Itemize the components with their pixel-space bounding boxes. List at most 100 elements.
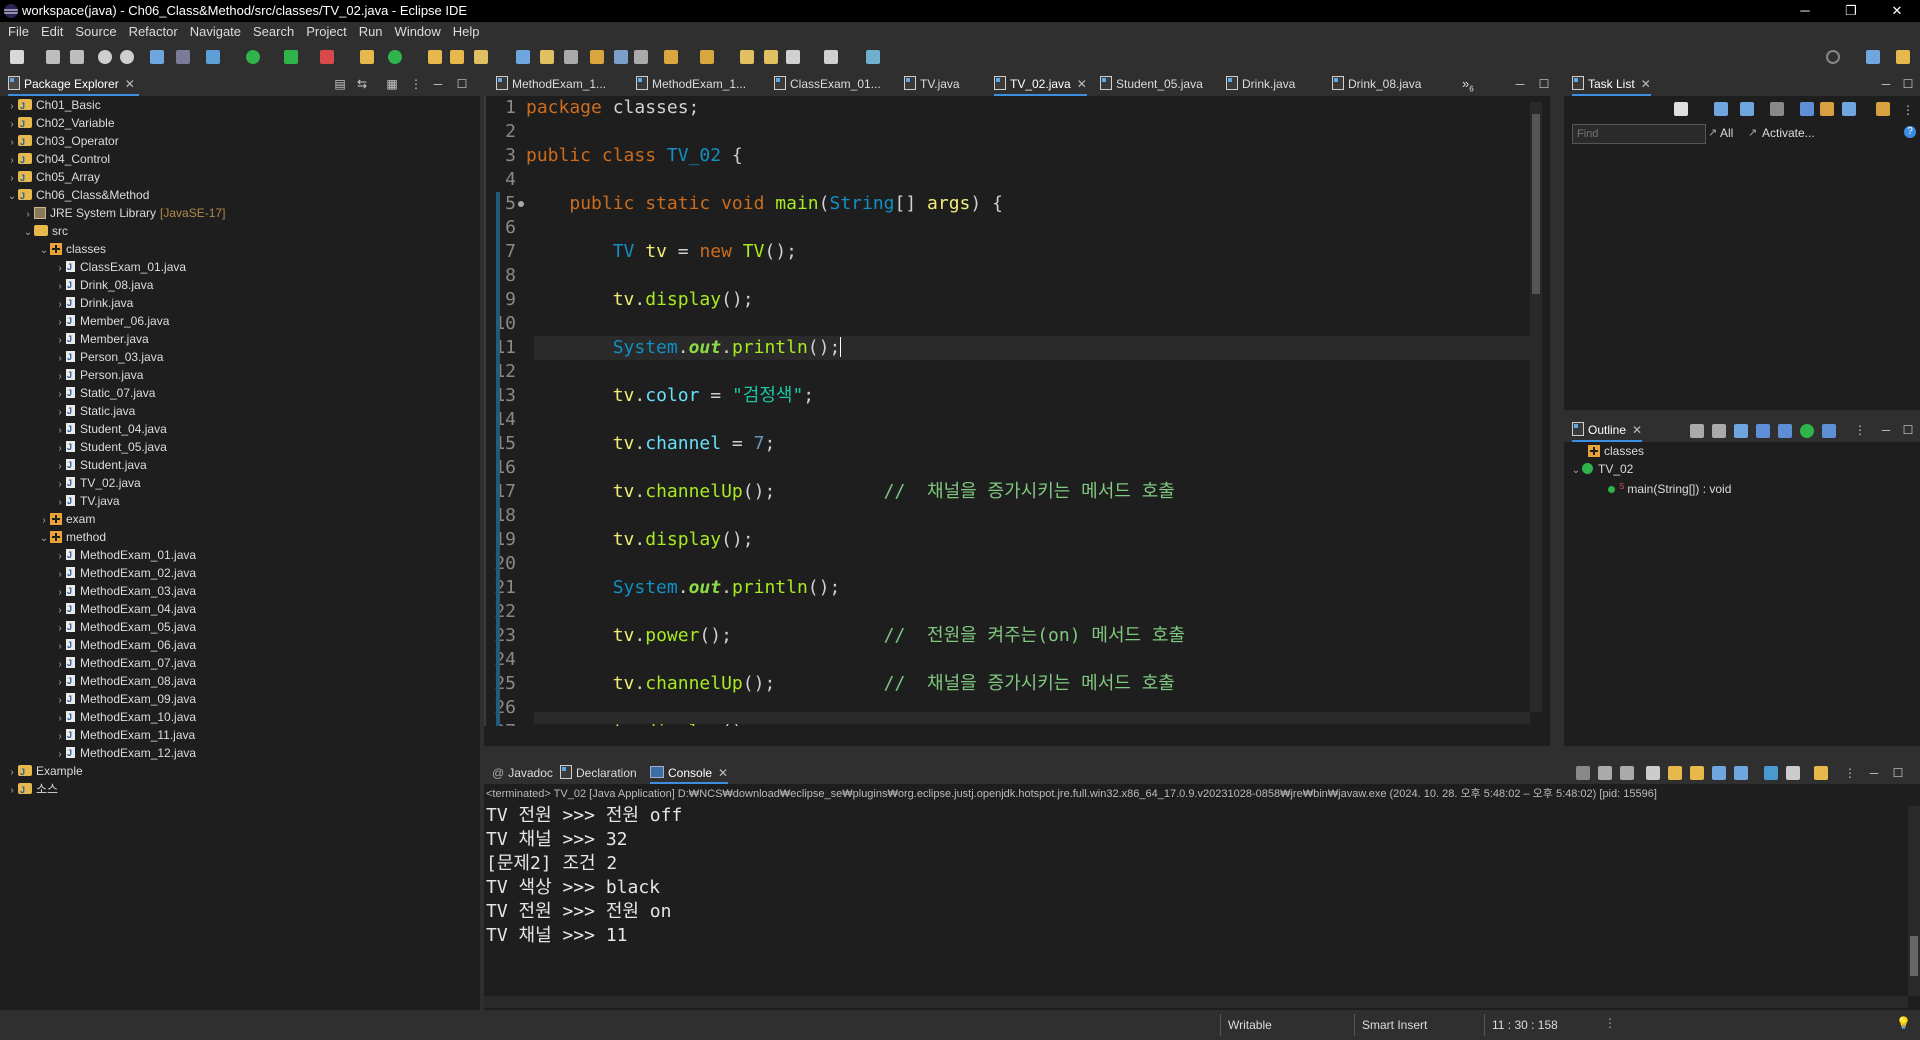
- console-vertical-scrollbar[interactable]: [1908, 806, 1920, 996]
- pin-editor-icon[interactable]: [866, 50, 880, 64]
- open-task-icon[interactable]: [450, 50, 464, 64]
- tree-item[interactable]: ›Example: [6, 762, 82, 781]
- activate-link[interactable]: Activate...: [1762, 126, 1815, 140]
- tree-item[interactable]: ›Ch04_Control: [6, 150, 110, 169]
- show-stderr-icon[interactable]: [1734, 766, 1748, 780]
- task-find-input[interactable]: [1572, 124, 1706, 144]
- console-scroll-thumb[interactable]: [1910, 936, 1918, 976]
- tree-item[interactable]: ›Drink.java: [54, 294, 133, 312]
- new-task-icon[interactable]: [1674, 102, 1688, 116]
- search-icon[interactable]: [1826, 50, 1840, 64]
- close-window-button[interactable]: ✕: [1874, 0, 1920, 22]
- editor-tab[interactable]: Student_05.java: [1100, 72, 1203, 96]
- hide-nonpublic-icon[interactable]: [1778, 424, 1792, 438]
- tree-item[interactable]: ⌄ classes: [38, 240, 106, 258]
- tree-item[interactable]: ›ClassExam_01.java: [54, 258, 186, 276]
- tree-item[interactable]: ›Member_06.java: [54, 312, 169, 330]
- maximize-button[interactable]: ❐: [1828, 0, 1874, 22]
- minimize-view-icon[interactable]: ─: [1868, 767, 1880, 779]
- menu-window[interactable]: Window: [389, 22, 447, 42]
- chevron-down-icon[interactable]: ⌄: [6, 188, 18, 206]
- tree-item[interactable]: ⌄ Ch06_Class&Method: [6, 186, 150, 206]
- view-menu-icon[interactable]: ⋮: [1902, 104, 1914, 116]
- next-edit-icon[interactable]: [764, 50, 778, 64]
- show-stdout-icon[interactable]: [1712, 766, 1726, 780]
- new-java-project-icon[interactable]: [360, 50, 374, 64]
- tab-javadoc[interactable]: @ Javadoc: [492, 762, 553, 784]
- outline-item-class[interactable]: ⌄ TV_02: [1570, 460, 1634, 478]
- collapse-all-icon[interactable]: ▤: [334, 78, 346, 90]
- tree-item[interactable]: › JRE System Library [JavaSE-17]: [22, 204, 225, 222]
- tree-item[interactable]: ›Static.java: [54, 402, 135, 420]
- save-icon[interactable]: [46, 50, 60, 64]
- tree-item[interactable]: ›MethodExam_11.java: [54, 726, 195, 744]
- all-filter-link[interactable]: All: [1720, 126, 1733, 140]
- terminate-icon[interactable]: [1576, 766, 1590, 780]
- menu-navigate[interactable]: Navigate: [184, 22, 247, 42]
- hide-fields-icon[interactable]: [1734, 424, 1748, 438]
- tree-item[interactable]: ›MethodExam_04.java: [54, 600, 196, 618]
- tree-item[interactable]: ›Person.java: [54, 366, 143, 384]
- menu-search[interactable]: Search: [247, 22, 300, 42]
- horizontal-scrollbar[interactable]: [534, 712, 1530, 724]
- redo-icon[interactable]: [120, 50, 134, 64]
- editor-tab[interactable]: TV_02.java ✕: [994, 72, 1087, 96]
- console-output[interactable]: TV 전원 >>> 전원 off TV 채널 >>> 32 [문제2] 조건 2 TV…: [486, 804, 1886, 948]
- open-console-icon[interactable]: [1814, 766, 1828, 780]
- tree-item[interactable]: ›TV_02.java: [54, 474, 140, 492]
- forward-icon[interactable]: [824, 50, 838, 64]
- collapse-tasks-icon[interactable]: [1842, 102, 1856, 116]
- maximize-view-icon[interactable]: ☐: [456, 78, 468, 90]
- status-insert-mode[interactable]: Smart Insert: [1362, 1018, 1427, 1032]
- tab-outline[interactable]: Outline ✕: [1572, 418, 1643, 442]
- tree-item[interactable]: ›Student_05.java: [54, 438, 166, 456]
- close-icon[interactable]: ✕: [1077, 77, 1087, 91]
- chevron-down-icon[interactable]: ⌄: [38, 530, 50, 548]
- menu-source[interactable]: Source: [69, 22, 122, 42]
- scheduled-icon[interactable]: [1740, 102, 1754, 116]
- tree-item[interactable]: ›MethodExam_05.java: [54, 618, 196, 636]
- tree-item[interactable]: ›MethodExam_08.java: [54, 672, 196, 690]
- tree-item[interactable]: › 소스: [6, 780, 58, 799]
- edit-icon[interactable]: [540, 50, 554, 64]
- minimize-view-icon[interactable]: ─: [432, 78, 444, 90]
- word-wrap-icon[interactable]: [590, 50, 604, 64]
- tree-item[interactable]: ›TV.java: [54, 492, 119, 510]
- view-menu-icon[interactable]: ⋮: [1844, 767, 1856, 779]
- tree-item[interactable]: ›MethodExam_01.java: [54, 546, 196, 564]
- editor-tab[interactable]: MethodExam_1...: [496, 72, 606, 96]
- tree-item[interactable]: ›MethodExam_12.java: [54, 744, 196, 762]
- help-icon[interactable]: ?: [1904, 126, 1916, 138]
- skip-breakpoints-icon[interactable]: [176, 50, 190, 64]
- editor-tab[interactable]: Drink.java: [1226, 72, 1295, 96]
- link-editor-icon[interactable]: ⇆: [356, 78, 368, 90]
- outline-item-method[interactable]: Smain(String[]) : void: [1608, 478, 1731, 496]
- more-tabs-button[interactable]: »6: [1462, 72, 1474, 96]
- filter-icon[interactable]: ▦: [386, 78, 398, 90]
- clear-console-icon[interactable]: [1646, 766, 1660, 780]
- debug-icon[interactable]: [206, 50, 220, 64]
- editor-tab[interactable]: Drink_08.java: [1332, 72, 1421, 96]
- display-console-icon[interactable]: [1786, 766, 1800, 780]
- minimize-view-icon[interactable]: ─: [1880, 78, 1892, 90]
- tip-lightbulb-icon[interactable]: 💡: [1896, 1016, 1911, 1030]
- pin-console-icon[interactable]: [1764, 766, 1778, 780]
- block-selection-icon[interactable]: [564, 50, 578, 64]
- tree-item[interactable]: ›MethodExam_06.java: [54, 636, 196, 654]
- tree-item[interactable]: ›MethodExam_03.java: [54, 582, 196, 600]
- menu-refactor[interactable]: Refactor: [123, 22, 184, 42]
- prev-annotation-icon[interactable]: [700, 50, 714, 64]
- pilcrow-icon[interactable]: [634, 50, 648, 64]
- tree-item[interactable]: ›MethodExam_09.java: [54, 690, 196, 708]
- terminal-icon[interactable]: [150, 50, 164, 64]
- link-outline-icon[interactable]: [1822, 424, 1836, 438]
- view-menu-icon[interactable]: ⋮: [1854, 424, 1866, 436]
- maximize-view-icon[interactable]: ☐: [1902, 78, 1914, 90]
- code-editor[interactable]: 1 2 3 4 5 6 7 8 9 10 11 12 13 14 15 16 17 18 19 20 21 22 23 24 2…: [484, 96, 1550, 726]
- hide-static-icon[interactable]: [1756, 424, 1770, 438]
- editor-tab[interactable]: ClassExam_01...: [774, 72, 881, 96]
- editor-tab[interactable]: TV.java: [904, 72, 960, 96]
- tree-item[interactable]: ›Drink_08.java: [54, 276, 153, 294]
- sync-icon[interactable]: [1820, 102, 1834, 116]
- tab-task-list[interactable]: Task List ✕: [1572, 72, 1651, 96]
